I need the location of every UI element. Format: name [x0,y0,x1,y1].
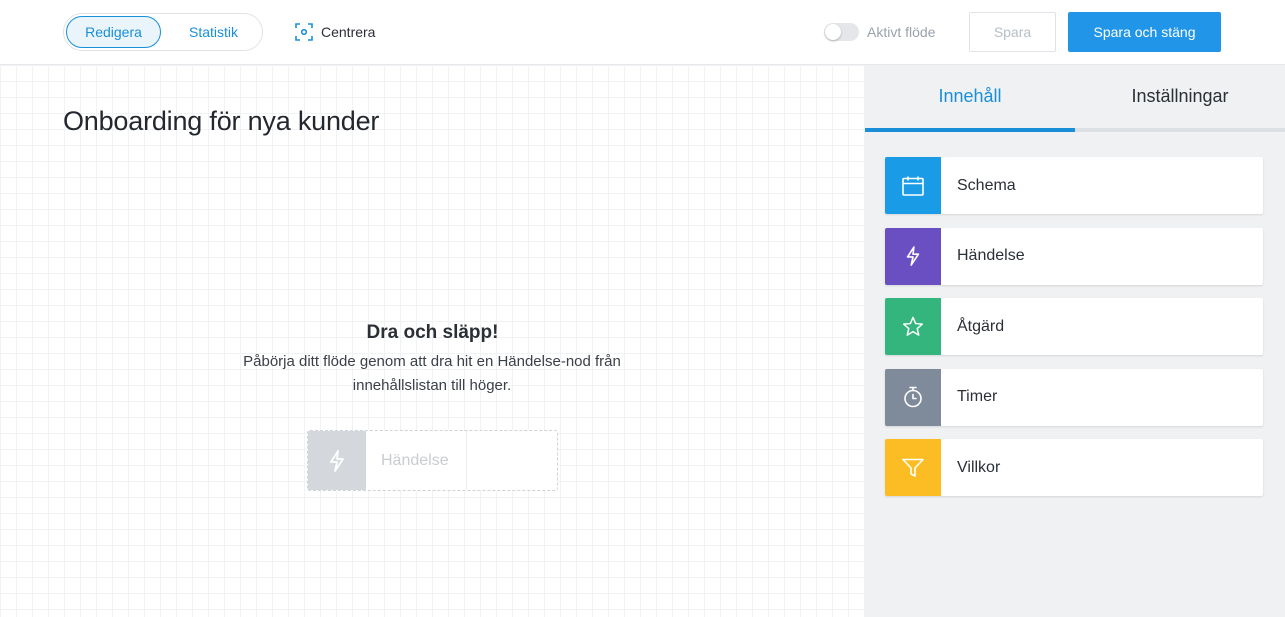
palette-item-timer[interactable]: Timer [885,368,1263,426]
palette-item-label: Villkor [957,458,1001,476]
active-flow-toggle-group: Aktivt flöde [824,22,935,42]
palette-item-event[interactable]: Händelse [885,227,1263,285]
active-flow-label: Aktivt flöde [867,24,936,40]
stopwatch-icon [885,368,941,426]
filter-icon [885,439,941,496]
panel-tabs: Innehåll Inställningar [865,65,1285,132]
drop-placeholder-label: Händelse [366,431,467,490]
star-icon [885,298,941,355]
save-and-close-button[interactable]: Spara och stäng [1068,12,1221,52]
content-panel: Innehåll Inställningar Schema Händelse Å… [865,65,1285,617]
lightning-icon [308,431,366,490]
mode-switch: Redigera Statistik [63,13,263,51]
palette-item-label: Schema [957,176,1016,194]
lightning-icon [885,227,941,285]
palette-item-condition[interactable]: Villkor [885,439,1263,496]
calendar-icon [885,157,941,214]
save-button[interactable]: Spara [969,12,1056,52]
toggle-knob [825,24,841,40]
top-bar: Redigera Statistik Centrera Aktivt flöde… [0,0,1285,65]
palette-item-label: Timer [957,388,998,405]
palette-item-schedule[interactable]: Schema [885,157,1263,214]
stats-mode-button[interactable]: Statistik [166,16,261,48]
focus-center-icon [295,23,313,41]
empty-state-title: Dra och släpp! [366,322,499,343]
drop-placeholder-node: Händelse [307,430,558,491]
center-label: Centrera [321,24,376,40]
tab-settings[interactable]: Inställningar [1075,65,1285,132]
center-button[interactable]: Centrera [295,22,375,42]
edit-mode-button[interactable]: Redigera [66,16,161,48]
node-palette: Schema Händelse Åtgärd Timer Villkor [885,157,1263,510]
tab-content[interactable]: Innehåll [865,65,1075,132]
palette-item-label: Åtgärd [957,317,1005,335]
flow-canvas[interactable]: Onboarding för nya kunder Dra och släpp!… [0,65,865,617]
palette-item-action[interactable]: Åtgärd [885,298,1263,355]
active-flow-toggle[interactable] [824,23,859,41]
palette-item-label: Händelse [957,247,1025,264]
flow-title: Onboarding för nya kunder [63,106,380,136]
empty-state-description: Påbörja ditt flöde genom att dra hit en … [243,353,621,394]
